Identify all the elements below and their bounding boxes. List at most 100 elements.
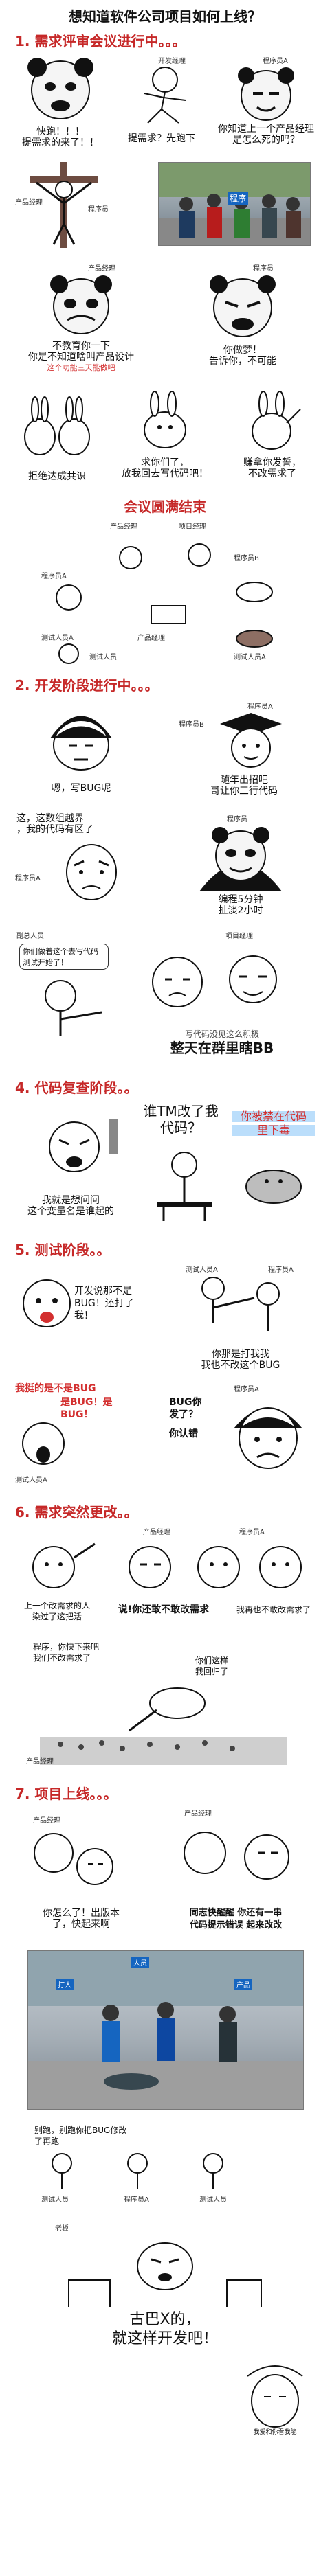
crying-man-icon [152,955,277,1007]
caption: 发了？ [169,1409,198,1420]
caption-large: 代码？ [160,1119,201,1136]
meme-panel-21: 程序，你快下来吧 我们不改需求了 你们这样 我回归了 产品经理 [12,1634,315,1772]
panda-face-icon [28,58,94,119]
pointing-man-icon [45,980,102,1036]
caption: 扯淡2小时 [218,905,263,916]
meme-panel-20: 产品经理 程序员A 上一个改需求的人 染过了这把活 说!你还敢不敢改需求 我再也… [12,1523,315,1626]
caption-large: 整天在群里瞎BB [170,1040,274,1056]
role-label: 程序员 [88,206,109,214]
section-title-6: 6. 需求突然更改。。 [15,1504,138,1520]
section-title-7: 7. 项目上线。。。 [15,1786,118,1802]
caption: 说!你还敢不敢改需求 [118,1604,210,1615]
caption-highlight: 里下毒 [232,1125,315,1136]
role-label: 测试人员A [186,1266,218,1274]
caption-highlight: 这个功能三天能做吧 [47,363,116,372]
panda-face-icon [199,827,282,891]
caption: 染过了这把活 [32,1612,82,1621]
role-label: 测试人员A [41,635,74,642]
rabbit-characters-icon [24,396,90,455]
photo-tag: 打人 [56,1979,74,1990]
role-label: 程序员A [248,703,273,711]
caption: 你是不知道啥叫产品设计 [28,352,134,363]
role-label: 程序员A [15,875,41,882]
role-label: 产品经理 [138,635,165,642]
caption: 嗯，写BUG呢 [51,783,111,794]
meme-panel-6: 程序员 你做梦！ 告诉你，不可能 [170,260,315,376]
meme-panel-24: 老板 古巴X的， 就这样开发吧！ [41,2218,289,2356]
bowl-cut-face-icon [50,716,112,771]
caption: 了，快起来啊 [52,1919,110,1930]
caption: 你知道上一个产品经理 [218,124,314,135]
seal-icon [245,1170,302,1204]
caption: 求你们了， [141,457,189,468]
meme-panel-10: 嗯，写BUG呢 [12,698,150,801]
meme-panel-4: 产品经理 程序员 [12,155,116,251]
page: 想知道软件公司项目如何上线？ 1. 需求评审会议进行中。。。 快跑！！！ 提需求… [0,0,330,2576]
role-label: 程序员 [253,265,274,273]
caption: 你那是打我我 [212,1349,270,1360]
hugging-characters-icon [34,1833,113,1885]
photo-tag: 程序 [228,192,249,205]
caption-highlight: 是BUG！是 [60,1397,113,1408]
fighting-stickmen-icon [201,1277,280,1331]
meeting-scene: 程序员A 产品经理 项目经理 程序员B 测试人员A 测试人员 产品经理 测试人员… [28,516,302,668]
role-label: 产品经理 [88,265,116,273]
bubble-line: 测试开始了！ [23,958,68,967]
role-label: 测试人员 [41,2196,69,2204]
caption: 是怎么死的吗？ [232,135,300,146]
role-label: 程序员A [41,573,67,580]
caption: 你们这样 [195,1656,228,1665]
role-label: 程序员A [263,58,288,65]
meme-panel-2: 开发经理 提需求？先跑下 [117,52,206,148]
bubble-line: 你们做着这个去写代码 [23,947,98,956]
computer-face-icon [68,2242,262,2307]
role-label: 测试人员 [199,2196,227,2204]
worried-face-icon [66,844,117,900]
caption: 别跑，别跑你把BUG修改 [34,2125,127,2135]
caption-highlight: BUG！ [60,1409,94,1420]
meme-panel-15: 我就是想问问 这个变量名是谁起的 谁TM改了我 代码？ 你被禁在代码 里下毒 [12,1099,315,1229]
role-label: 程序员A [124,2196,149,2204]
caption: 提需求？先跑下 [128,133,195,144]
meme-panel-8: 求你们了， 放我回去写代码吧！ [110,385,220,488]
section-title-2: 2. 开发阶段进行中。。。 [15,677,159,694]
meeting-end-title: 会议圆满结束 [124,499,206,515]
bowl-cut-face-icon [234,1407,302,1469]
rabbit-swearing-icon [252,391,301,450]
role-label: 开发经理 [158,58,186,65]
shaking-characters-icon [184,1832,289,1880]
photo-tag: 人员 [131,1957,149,1968]
role-label: 程序员A [239,1529,265,1536]
role-label: 测试人员A [15,1477,47,1484]
caption: BUG你 [169,1397,202,1408]
meme-panel-19: 程序员A BUG你 发了？ 你认错 [165,1380,316,1490]
caption: 上一个改需求的人 [23,1601,90,1610]
caption: 同志快醒醒 你还有一串 [189,1908,283,1918]
caption: 开发说那不是 [74,1286,132,1297]
meme-panel-7: 拒绝达成共识 [12,385,102,488]
caption: 我们不改需求了 [33,1653,91,1663]
role-label: 程序员A [234,1386,259,1393]
meme-panel-1: 快跑！！！ 提需求的来了！！ [12,52,109,148]
role-label: 程序员 [227,816,248,823]
caption: 你认错 [169,1428,198,1439]
desk-man-icon [157,1152,212,1221]
caption-highlight: 我挺的是不是BUG [15,1383,96,1394]
caption: 这个变量名是谁起的 [28,1206,114,1217]
caption: 放我回去写代码吧！ [122,468,208,479]
photo-tag: 产品 [234,1979,252,1990]
caption: 赚拿你发誓， [243,457,301,468]
running-stickman-icon [144,67,186,124]
panda-face-icon [238,67,294,121]
meme-panel-5: 产品经理 不教育你一下 你是不知道啥叫产品设计 这个功能三天能做吧 [12,260,150,376]
caption: BUG！还打了 [74,1298,134,1309]
role-label: 项目经理 [226,933,253,940]
caption: 提需求的来了！！ [22,137,99,148]
caption: 程序，你快下来吧 [33,1642,100,1652]
caption: 不改需求了 [248,468,296,479]
caption: 随年出招吧 [220,775,268,786]
caption: 这，这数组越界 [16,813,84,824]
threatening-characters-icon [32,1542,302,1588]
caption: 哥让你三行代码 [210,786,278,797]
meme-panel-18: 我挺的是不是BUG 是BUG！是 BUG！ 测试人员A [12,1380,150,1484]
